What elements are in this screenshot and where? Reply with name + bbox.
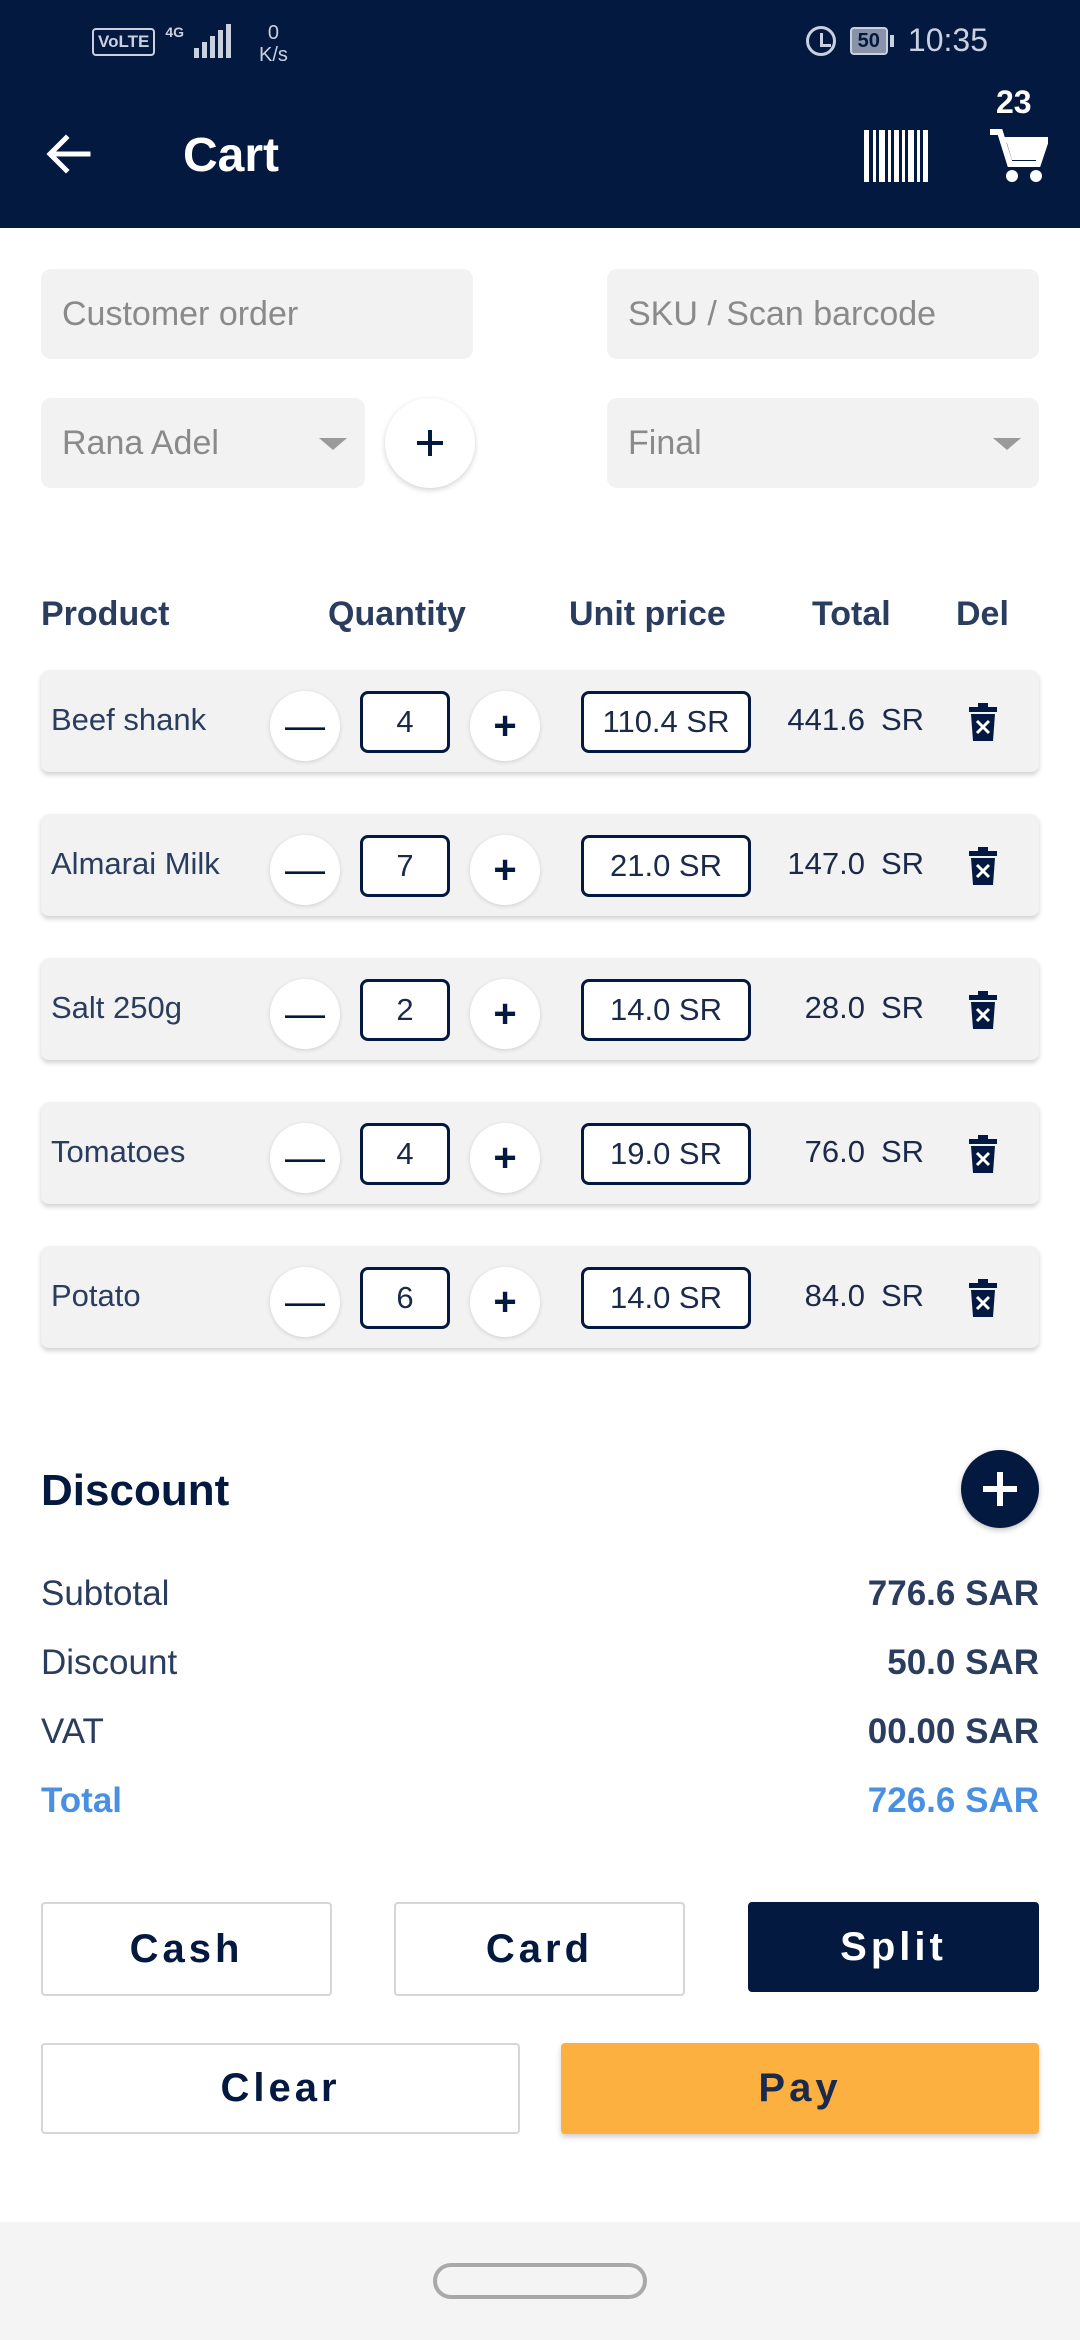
price-type-value: Final: [628, 423, 702, 462]
trash-icon[interactable]: [967, 991, 999, 1029]
status-right: 50 10:35: [805, 22, 988, 59]
discount-title: Discount: [41, 1466, 230, 1515]
line-currency: SR: [881, 1278, 925, 1313]
product-name: Potato: [51, 1278, 141, 1313]
speed-value: 0: [267, 22, 280, 44]
line-currency: SR: [881, 702, 925, 737]
increase-qty-button[interactable]: +: [470, 1123, 540, 1193]
header-total: Total: [812, 595, 891, 633]
trash-icon[interactable]: [967, 1279, 999, 1317]
unit-price-field[interactable]: 110.4 SR: [581, 691, 751, 753]
total-label: Total: [41, 1781, 123, 1820]
unit-price-field[interactable]: 19.0 SR: [581, 1123, 751, 1185]
unit-price-field[interactable]: 21.0 SR: [581, 835, 751, 897]
plus-icon: [417, 430, 443, 456]
product-name: Tomatoes: [51, 1134, 186, 1169]
quantity-field[interactable]: 2: [360, 979, 450, 1041]
decrease-qty-button[interactable]: —: [270, 691, 340, 761]
line-total: 441.6: [787, 702, 865, 737]
signal-icon: [194, 24, 231, 58]
header-del: Del: [956, 595, 1009, 633]
add-customer-button[interactable]: [385, 398, 475, 488]
vat-label: VAT: [41, 1712, 104, 1751]
trash-icon[interactable]: [967, 847, 999, 885]
chevron-down-icon: [993, 438, 1021, 450]
line-total: 84.0: [804, 1278, 865, 1313]
header-unit-price: Unit price: [569, 595, 726, 633]
subtotal-value: 776.6 SAR: [867, 1574, 1039, 1613]
discount-label: Discount: [41, 1643, 178, 1682]
add-discount-button[interactable]: [961, 1450, 1039, 1528]
quantity-field[interactable]: 6: [360, 1267, 450, 1329]
table-row: Beef shank — 4 + 110.4 SR 441.6 SR: [41, 670, 1039, 772]
network-speed: 0 K/s: [259, 22, 288, 66]
line-total: 147.0: [787, 846, 865, 881]
speed-unit: K/s: [259, 44, 288, 66]
decrease-qty-button[interactable]: —: [270, 1123, 340, 1193]
product-name: Beef shank: [51, 702, 207, 737]
quantity-field[interactable]: 4: [360, 1123, 450, 1185]
app-header: VoLTE 4G 0 K/s 50 10:35 Cart 23: [0, 0, 1080, 228]
decrease-qty-button[interactable]: —: [270, 1267, 340, 1337]
table-row: Salt 250g — 2 + 14.0 SR 28.0 SR: [41, 958, 1039, 1060]
table-row: Tomatoes — 4 + 19.0 SR 76.0 SR: [41, 1102, 1039, 1204]
cash-button[interactable]: Cash: [41, 1902, 332, 1996]
line-currency: SR: [881, 1134, 925, 1169]
cart-count-badge: 23: [996, 84, 1032, 120]
line-currency: SR: [881, 990, 925, 1025]
clear-button[interactable]: Clear: [41, 2043, 520, 2134]
subtotal-label: Subtotal: [41, 1574, 170, 1613]
barcode-scan-icon[interactable]: [864, 130, 928, 182]
battery-icon: 50: [849, 26, 894, 55]
table-row: Potato — 6 + 14.0 SR 84.0 SR: [41, 1246, 1039, 1348]
price-type-select[interactable]: Final: [607, 398, 1039, 488]
increase-qty-button[interactable]: +: [470, 691, 540, 761]
quantity-field[interactable]: 7: [360, 835, 450, 897]
sku-barcode-input[interactable]: [607, 269, 1039, 359]
customer-select[interactable]: Rana Adel: [41, 398, 365, 488]
line-currency: SR: [881, 846, 925, 881]
customer-select-value: Rana Adel: [62, 423, 219, 462]
volte-badge: VoLTE: [92, 28, 156, 56]
battery-level: 50: [849, 26, 888, 55]
increase-qty-button[interactable]: +: [470, 979, 540, 1049]
status-left: VoLTE 4G 0 K/s: [92, 22, 288, 66]
line-total: 28.0: [804, 990, 865, 1025]
header-product: Product: [41, 595, 170, 633]
card-button[interactable]: Card: [394, 1902, 685, 1996]
vat-value: 00.00 SAR: [867, 1712, 1039, 1751]
alarm-icon: [805, 25, 836, 56]
clock: 10:35: [907, 22, 988, 58]
split-button[interactable]: Split: [748, 1902, 1039, 1992]
chevron-down-icon: [319, 438, 347, 450]
page-title: Cart: [183, 129, 280, 182]
pay-button[interactable]: Pay: [561, 2043, 1039, 2134]
customer-order-input[interactable]: [41, 269, 473, 359]
quantity-field[interactable]: 4: [360, 691, 450, 753]
status-bar: VoLTE 4G 0 K/s 50 10:35: [0, 0, 1080, 84]
cart-icon[interactable]: [988, 126, 1048, 186]
unit-price-field[interactable]: 14.0 SR: [581, 979, 751, 1041]
trash-icon[interactable]: [967, 703, 999, 741]
table-row: Almarai Milk — 7 + 21.0 SR 147.0 SR: [41, 814, 1039, 916]
discount-value: 50.0 SAR: [887, 1643, 1039, 1682]
decrease-qty-button[interactable]: —: [270, 979, 340, 1049]
header-quantity: Quantity: [328, 595, 466, 633]
trash-icon[interactable]: [967, 1135, 999, 1173]
unit-price-field[interactable]: 14.0 SR: [581, 1267, 751, 1329]
decrease-qty-button[interactable]: —: [270, 835, 340, 905]
product-name: Salt 250g: [51, 990, 182, 1025]
back-arrow-icon[interactable]: [44, 130, 92, 178]
increase-qty-button[interactable]: +: [470, 835, 540, 905]
total-value: 726.6 SAR: [867, 1781, 1039, 1820]
line-total: 76.0: [804, 1134, 865, 1169]
network-type: 4G: [165, 24, 184, 40]
product-name: Almarai Milk: [51, 846, 220, 881]
plus-icon: [983, 1472, 1017, 1506]
increase-qty-button[interactable]: +: [470, 1267, 540, 1337]
home-indicator[interactable]: [433, 2263, 647, 2299]
